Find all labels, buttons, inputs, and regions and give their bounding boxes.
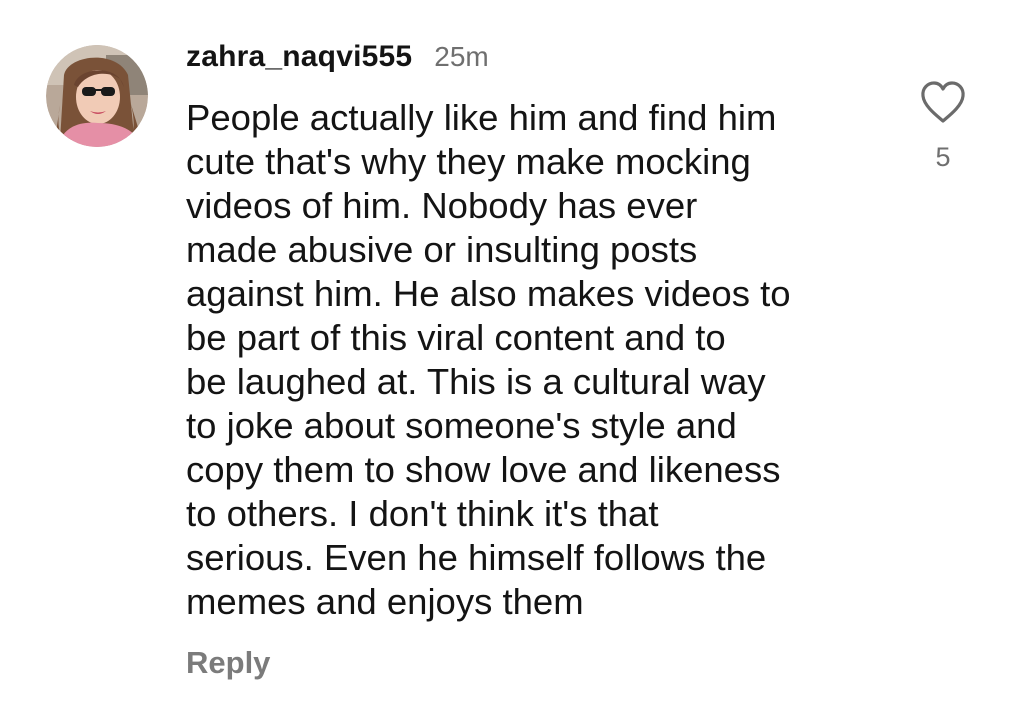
comment-header: zahra_naqvi555 25m xyxy=(186,40,489,76)
heart-outline-icon[interactable] xyxy=(918,78,968,128)
comment-text: People actually like him and find him cu… xyxy=(186,97,791,622)
reply-button[interactable]: Reply xyxy=(186,645,270,681)
comment-item: zahra_naqvi555 25m People actually like … xyxy=(0,0,1024,717)
username-link[interactable]: zahra_naqvi555 xyxy=(186,40,412,74)
avatar[interactable] xyxy=(46,45,148,147)
like-count: 5 xyxy=(935,142,951,172)
avatar-photo xyxy=(46,45,148,147)
like-group: 5 xyxy=(912,78,974,173)
timestamp: 25m xyxy=(434,41,489,72)
